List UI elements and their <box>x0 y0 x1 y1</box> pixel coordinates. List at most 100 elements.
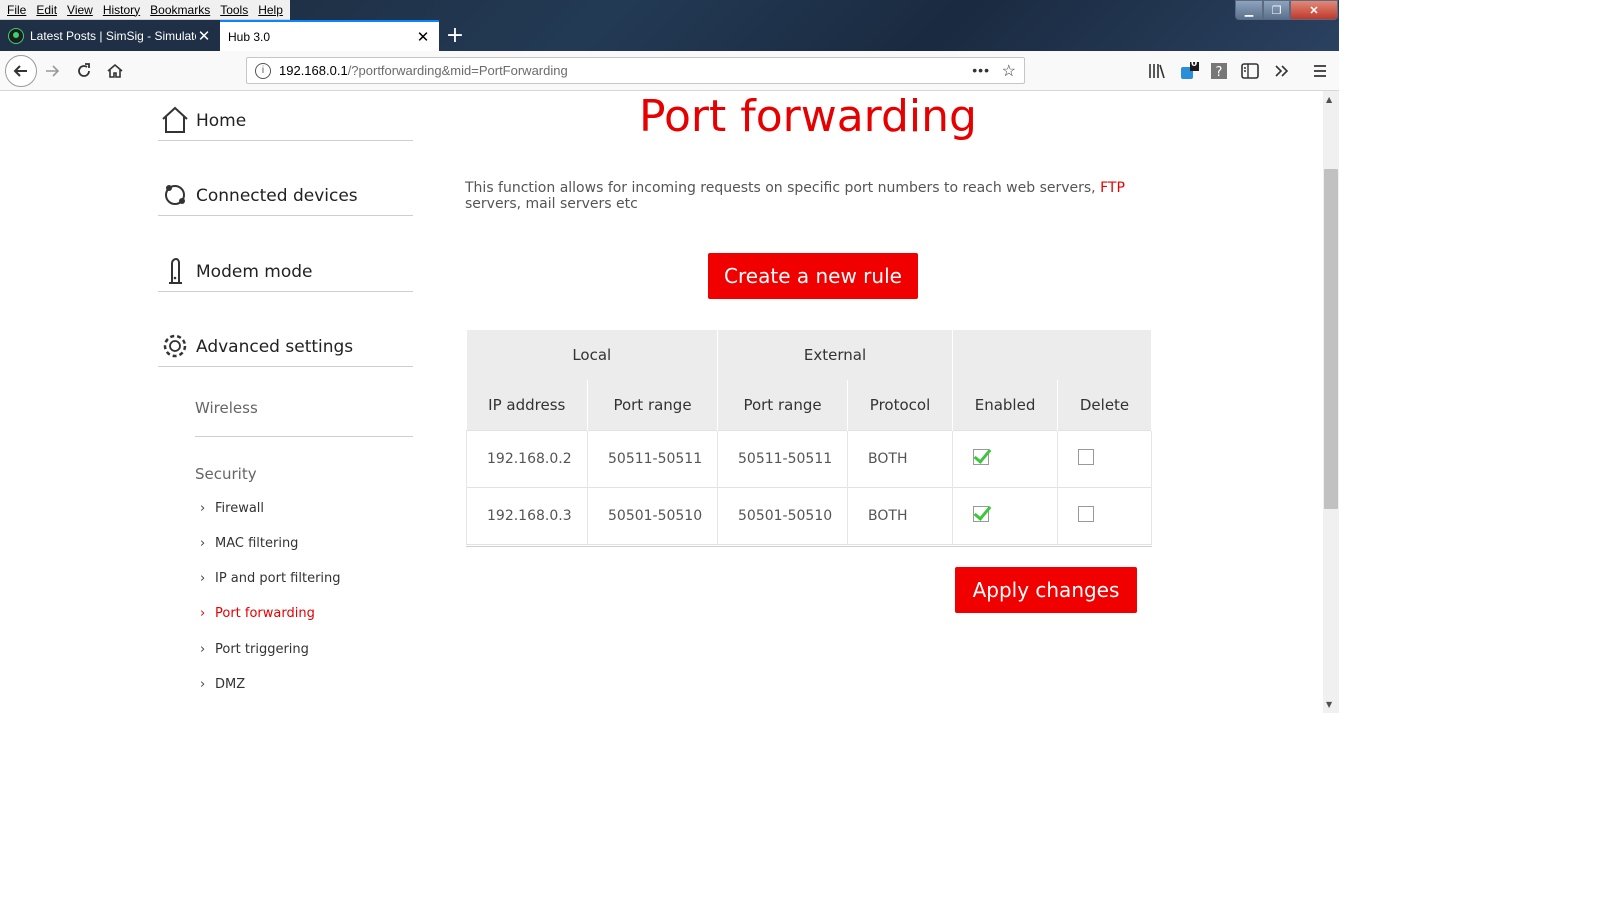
scroll-up-arrow-icon[interactable]: ▲ <box>1326 95 1332 104</box>
sidebar-item-modem-mode[interactable]: Modem mode <box>158 252 413 292</box>
column-header-protocol: Protocol <box>847 380 954 431</box>
cell-enabled <box>952 487 1059 545</box>
enabled-checkbox[interactable] <box>973 506 990 522</box>
page-title: Port forwarding <box>639 91 977 142</box>
sidebar-item-home[interactable]: Home <box>158 101 413 141</box>
reload-icon <box>78 63 90 77</box>
tab-simsig[interactable]: Latest Posts | SimSig - Simulato ✕ <box>0 20 220 51</box>
table-row: 192.168.0.3 50501-50510 50501-50510 BOTH <box>466 487 1153 545</box>
sidebar-item-label: Connected devices <box>196 185 358 206</box>
scroll-down-arrow-icon[interactable]: ▼ <box>1326 700 1332 709</box>
page-actions-icon[interactable]: ••• <box>972 62 990 78</box>
delete-checkbox[interactable] <box>1078 449 1095 465</box>
sidebar-item-label: Port triggering <box>215 642 309 657</box>
cell-local-range: 50501-50510 <box>586 487 719 545</box>
cell-local-range: 50511-50511 <box>586 430 719 488</box>
page-description: This function allows for incoming reques… <box>465 180 1145 212</box>
sidebar-item-label: Advanced settings <box>196 336 354 357</box>
url-bar[interactable]: i 192.168.0.1/?portforwarding&mid=PortFo… <box>246 57 1025 84</box>
browser-window: File Edit View History Bookmarks Tools H… <box>0 0 1339 731</box>
sidebar-item-dmz[interactable]: › DMZ <box>200 677 245 692</box>
group-header-external: External <box>717 330 954 380</box>
sidebar-divider <box>195 436 413 437</box>
sidebar-item-label: Home <box>196 110 247 131</box>
library-icon[interactable] <box>1146 60 1168 82</box>
close-tab-icon[interactable]: ✕ <box>196 27 212 45</box>
sidebar-item-port-triggering[interactable]: › Port triggering <box>200 642 309 657</box>
back-arrow-icon <box>13 65 27 77</box>
close-tab-icon[interactable]: ✕ <box>415 28 431 46</box>
cell-ip: 192.168.0.3 <box>466 487 588 545</box>
sidebar-item-label: Port forwarding <box>215 606 315 621</box>
cell-protocol: BOTH <box>847 487 954 545</box>
menu-bar: File Edit View History Bookmarks Tools H… <box>0 0 290 20</box>
menu-file[interactable]: File <box>2 3 31 17</box>
create-new-rule-button[interactable]: Create a new rule <box>708 253 918 299</box>
apply-changes-button[interactable]: Apply changes <box>955 567 1137 613</box>
chevron-right-icon: › <box>200 536 206 551</box>
simsig-favicon-icon <box>8 27 24 44</box>
chevron-right-icon: › <box>200 677 206 692</box>
minimize-button[interactable]: ▁ <box>1235 0 1263 20</box>
description-text: This function allows for incoming reques… <box>465 180 1101 196</box>
description-highlight: FTP <box>1100 180 1125 196</box>
overflow-chevron-icon[interactable] <box>1271 60 1293 82</box>
gear-icon <box>163 334 187 358</box>
scrollbar-thumb[interactable] <box>1324 169 1338 509</box>
port-forwarding-table: Local External IP address Port range Por… <box>466 330 1153 545</box>
back-button[interactable] <box>5 55 37 87</box>
sidebar-item-wireless[interactable]: Wireless <box>195 399 258 417</box>
sidebar-item-connected-devices[interactable]: Connected devices <box>158 176 413 216</box>
svg-text:?: ? <box>1216 65 1223 79</box>
description-text-end: servers, mail servers etc <box>465 196 638 212</box>
tab-hub[interactable]: Hub 3.0 ✕ <box>220 20 439 51</box>
cell-protocol: BOTH <box>847 430 954 488</box>
sidebar-item-ip-port-filtering[interactable]: › IP and port filtering <box>200 571 341 586</box>
url-host: 192.168.0.1 <box>279 63 348 78</box>
tab-label: Hub 3.0 <box>228 29 271 44</box>
menu-history[interactable]: History <box>98 3 145 17</box>
sidebar-item-security[interactable]: Security <box>195 465 257 483</box>
bookmark-star-icon[interactable]: ☆ <box>1002 61 1016 81</box>
sidebar-item-label: IP and port filtering <box>215 571 341 586</box>
cell-delete <box>1057 430 1153 488</box>
forward-button[interactable] <box>38 57 66 85</box>
group-header-empty <box>952 330 1153 380</box>
help-question-icon[interactable]: ? <box>1208 60 1230 82</box>
window-controls: ▁ ❐ ✕ <box>1235 0 1338 20</box>
extension-badge: 0 <box>1191 59 1198 69</box>
page-content: Home Connected devices Modem mode Advanc… <box>0 91 1323 731</box>
sidebar-item-advanced-settings[interactable]: Advanced settings <box>158 327 413 367</box>
menu-help[interactable]: Help <box>253 3 288 17</box>
menu-edit[interactable]: Edit <box>31 3 62 17</box>
hamburger-menu-icon[interactable] <box>1309 60 1331 82</box>
menu-bookmarks[interactable]: Bookmarks <box>145 3 215 17</box>
maximize-button[interactable]: ❐ <box>1263 0 1290 20</box>
cell-external-range: 50511-50511 <box>717 430 849 488</box>
cell-external-range: 50501-50510 <box>717 487 849 545</box>
cell-ip: 192.168.0.2 <box>466 430 588 488</box>
tab-label: Latest Posts | SimSig - Simulato <box>30 28 196 43</box>
forward-arrow-icon <box>46 65 60 77</box>
column-header-local-port-range: Port range <box>587 380 719 431</box>
enabled-checkbox[interactable] <box>973 449 990 465</box>
table-divider <box>466 546 1152 547</box>
new-tab-button[interactable]: + <box>439 20 471 51</box>
sidebar-item-port-forwarding[interactable]: › Port forwarding <box>200 606 315 621</box>
menu-view[interactable]: View <box>62 3 98 17</box>
sidebar-item-mac-filtering[interactable]: › MAC filtering <box>200 536 298 551</box>
reload-button[interactable] <box>70 57 98 85</box>
extension-icon[interactable]: 0 <box>1178 59 1200 82</box>
site-info-icon[interactable]: i <box>255 62 271 79</box>
menu-tools[interactable]: Tools <box>215 3 253 17</box>
group-header-local: Local <box>466 330 719 380</box>
chevron-right-icon: › <box>200 606 206 621</box>
sidebar-item-label: MAC filtering <box>215 536 299 551</box>
tab-strip: Latest Posts | SimSig - Simulato ✕ Hub 3… <box>0 20 1339 51</box>
home-button[interactable] <box>101 57 129 85</box>
delete-checkbox[interactable] <box>1078 506 1095 522</box>
close-window-button[interactable]: ✕ <box>1290 0 1338 20</box>
sidebar-toggle-icon[interactable] <box>1239 60 1261 82</box>
sidebar-item-firewall[interactable]: › Firewall <box>200 501 264 516</box>
chevron-right-icon: › <box>200 571 206 586</box>
